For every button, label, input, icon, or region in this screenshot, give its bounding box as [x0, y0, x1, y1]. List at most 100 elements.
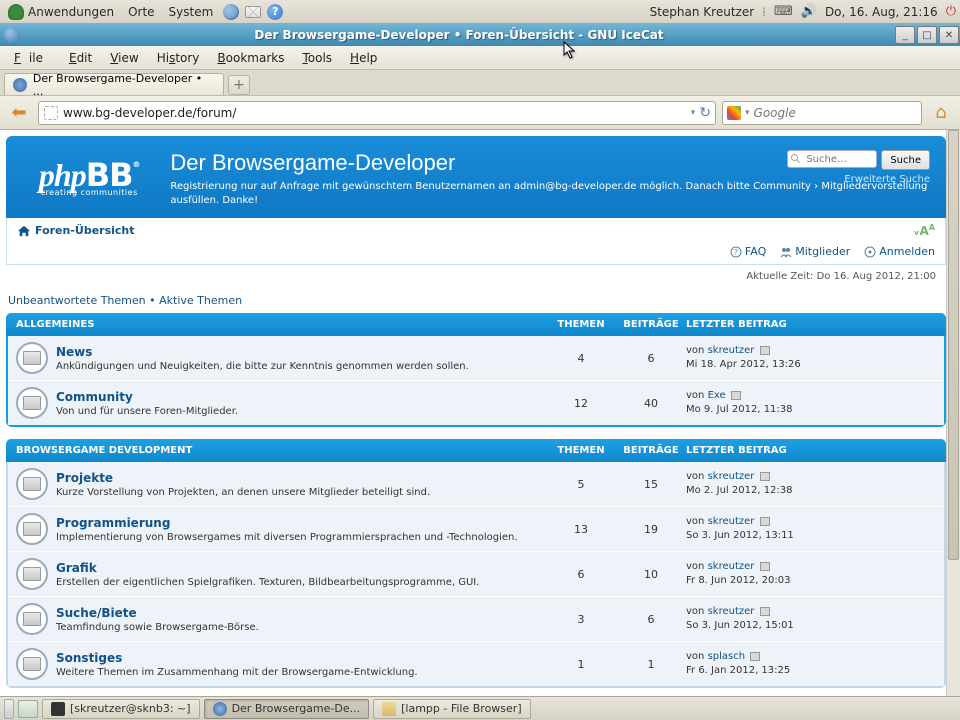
- menu-edit[interactable]: Edit: [61, 49, 100, 67]
- tab-bar: Der Browsergame-Developer • ... +: [0, 70, 960, 96]
- forum-icon: [16, 387, 48, 419]
- mail-launcher-icon[interactable]: [245, 4, 261, 20]
- panel-hide-button[interactable]: [4, 699, 14, 719]
- forum-list: Projekte Kurze Vorstellung von Projekten…: [6, 462, 946, 688]
- clock[interactable]: Do, 16. Aug, 21:16: [825, 5, 938, 19]
- forum-search-input[interactable]: [787, 150, 877, 168]
- forum-title-link[interactable]: Community: [56, 390, 546, 404]
- url-input[interactable]: [63, 106, 687, 120]
- close-button[interactable]: ✕: [939, 26, 959, 44]
- last-post-author-link[interactable]: skreutzer: [708, 516, 755, 527]
- last-post-author-link[interactable]: skreutzer: [708, 561, 755, 572]
- scrollbar[interactable]: [946, 130, 960, 696]
- forum-row: Community Von und für unsere Foren-Mitgl…: [8, 380, 944, 425]
- view-last-post-icon[interactable]: [750, 652, 760, 661]
- forum-list: News Ankündigungen und Neuigkeiten, die …: [6, 336, 946, 427]
- maximize-button[interactable]: □: [917, 26, 937, 44]
- menu-bookmarks[interactable]: Bookmarks: [209, 49, 292, 67]
- view-last-post-icon[interactable]: [760, 346, 770, 355]
- view-last-post-icon[interactable]: [731, 391, 741, 400]
- back-button[interactable]: ⬅: [6, 100, 32, 126]
- favicon-icon: [13, 78, 27, 92]
- menu-history[interactable]: History: [149, 49, 208, 67]
- forum-title-link[interactable]: Suche/Biete: [56, 606, 546, 620]
- menu-tools[interactable]: Tools: [294, 49, 340, 67]
- forum-title-link[interactable]: Sonstiges: [56, 651, 546, 665]
- menu-view[interactable]: View: [102, 49, 146, 67]
- topic-count: 12: [546, 397, 616, 410]
- category-header[interactable]: BROWSERGAME DEVELOPMENTTHEMENBEITRÄGELET…: [6, 439, 946, 462]
- post-count: 6: [616, 613, 686, 626]
- svg-text:?: ?: [734, 248, 738, 257]
- forum-row: News Ankündigungen und Neuigkeiten, die …: [8, 336, 944, 380]
- last-post-author-link[interactable]: skreutzer: [708, 606, 755, 617]
- forum-title-link[interactable]: News: [56, 345, 546, 359]
- last-post-author-link[interactable]: skreutzer: [708, 471, 755, 482]
- view-last-post-icon[interactable]: [760, 517, 770, 526]
- forum-title-link[interactable]: Projekte: [56, 471, 546, 485]
- new-tab-button[interactable]: +: [228, 75, 250, 95]
- phpbb-logo[interactable]: phpBB® creating communities: [22, 150, 156, 208]
- post-count: 19: [616, 523, 686, 536]
- last-post-author-link[interactable]: skreutzer: [708, 345, 755, 356]
- active-topics-link[interactable]: Aktive Themen: [159, 294, 242, 307]
- faq-link[interactable]: ?FAQ: [730, 245, 766, 258]
- separator-icon: ⁞: [762, 5, 766, 19]
- show-desktop-button[interactable]: [18, 700, 38, 718]
- advanced-search-link[interactable]: Erweiterte Suche: [844, 174, 930, 185]
- home-button[interactable]: ⌂: [928, 100, 954, 126]
- minimize-button[interactable]: _: [895, 26, 915, 44]
- view-last-post-icon[interactable]: [760, 562, 770, 571]
- menu-help[interactable]: Help: [342, 49, 385, 67]
- scrollbar-thumb[interactable]: [948, 130, 959, 560]
- gnome-foot-icon: [8, 4, 24, 20]
- last-post-author-link[interactable]: Exe: [708, 390, 726, 401]
- forum-description: Ankündigungen und Neuigkeiten, die bitte…: [56, 361, 546, 372]
- user-indicator[interactable]: Stephan Kreutzer: [650, 5, 755, 19]
- page-viewport[interactable]: phpBB® creating communities Der Browserg…: [0, 130, 960, 696]
- faq-icon: ?: [730, 246, 742, 258]
- url-bar[interactable]: ▾ ↻: [38, 101, 716, 125]
- menu-file[interactable]: File: [6, 49, 59, 67]
- search-input[interactable]: [754, 106, 917, 120]
- forum-search-button[interactable]: Suche: [881, 150, 930, 170]
- login-icon: [864, 246, 876, 258]
- power-icon[interactable]: ⏻: [946, 4, 956, 19]
- places-menu[interactable]: Orte: [124, 3, 158, 21]
- task-browser[interactable]: Der Browsergame-De...: [204, 699, 370, 719]
- forum-row: Sonstiges Weitere Themen im Zusammenhang…: [8, 641, 944, 686]
- unanswered-link[interactable]: Unbeantwortete Themen: [8, 294, 146, 307]
- forum-description: Weitere Themen im Zusammenhang mit der B…: [56, 667, 546, 678]
- task-filemanager[interactable]: [lampp - File Browser]: [373, 699, 531, 719]
- help-launcher-icon[interactable]: ?: [267, 4, 283, 20]
- category-header[interactable]: ALLGEMEINESTHEMENBEITRÄGELETZTER BEITRAG: [6, 313, 946, 336]
- search-bar[interactable]: ▾: [722, 101, 922, 125]
- forum-description: Von und für unsere Foren-Mitglieder.: [56, 406, 546, 417]
- reload-button[interactable]: ↻: [699, 105, 711, 121]
- browser-tab[interactable]: Der Browsergame-Developer • ...: [4, 73, 224, 95]
- view-last-post-icon[interactable]: [760, 607, 770, 616]
- forum-description: Teamfindung sowie Browsergame-Börse.: [56, 622, 546, 633]
- font-size-control[interactable]: ᵥAA: [913, 223, 935, 238]
- forum-search: Suche: [787, 150, 930, 170]
- post-count: 15: [616, 478, 686, 491]
- volume-icon[interactable]: 🔊: [801, 4, 817, 19]
- last-post: von splasch Fr 6. Jan 2012, 13:25: [686, 650, 936, 678]
- members-link[interactable]: Mitglieder: [780, 245, 850, 258]
- browser-launcher-icon[interactable]: [223, 4, 239, 20]
- site-identity-icon[interactable]: [43, 105, 59, 121]
- task-terminal[interactable]: [skreutzer@sknb3: ~]: [42, 699, 200, 719]
- dropdown-icon[interactable]: ▾: [745, 108, 750, 118]
- login-link[interactable]: Anmelden: [864, 245, 935, 258]
- breadcrumb-link[interactable]: Foren-Übersicht: [35, 224, 135, 237]
- dropdown-icon[interactable]: ▾: [691, 108, 696, 118]
- applications-menu[interactable]: Anwendungen: [4, 2, 118, 22]
- last-post: von skreutzer So 3. Jun 2012, 13:11: [686, 515, 936, 543]
- forum-title-link[interactable]: Grafik: [56, 561, 546, 575]
- system-menu[interactable]: System: [165, 3, 218, 21]
- keyboard-indicator-icon[interactable]: ⌨: [774, 4, 793, 19]
- view-last-post-icon[interactable]: [760, 472, 770, 481]
- window-titlebar[interactable]: Der Browsergame-Developer • Foren-Übersi…: [0, 24, 960, 46]
- forum-title-link[interactable]: Programmierung: [56, 516, 546, 530]
- last-post-author-link[interactable]: splasch: [708, 651, 746, 662]
